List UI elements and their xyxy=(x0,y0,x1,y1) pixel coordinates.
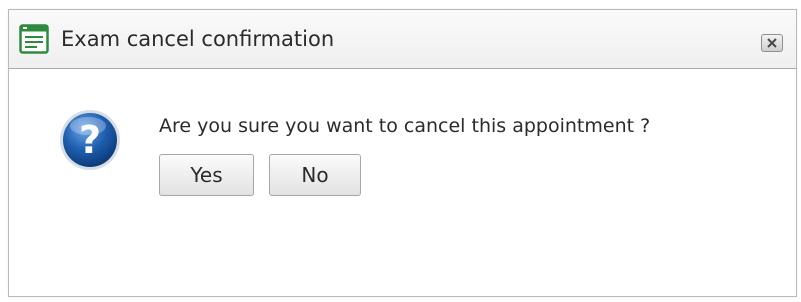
confirmation-dialog: Exam cancel confirmation ? Are you sure … xyxy=(8,9,797,297)
confirmation-message: Are you sure you want to cancel this app… xyxy=(159,115,651,137)
close-button[interactable] xyxy=(761,34,783,52)
question-icon: ? xyxy=(58,108,122,172)
dialog-titlebar: Exam cancel confirmation xyxy=(9,10,796,69)
form-window-icon xyxy=(19,24,49,54)
no-button[interactable]: No xyxy=(269,154,361,196)
dialog-title: Exam cancel confirmation xyxy=(61,27,335,51)
svg-text:?: ? xyxy=(79,118,101,162)
yes-button[interactable]: Yes xyxy=(159,154,254,196)
close-icon xyxy=(767,38,777,48)
